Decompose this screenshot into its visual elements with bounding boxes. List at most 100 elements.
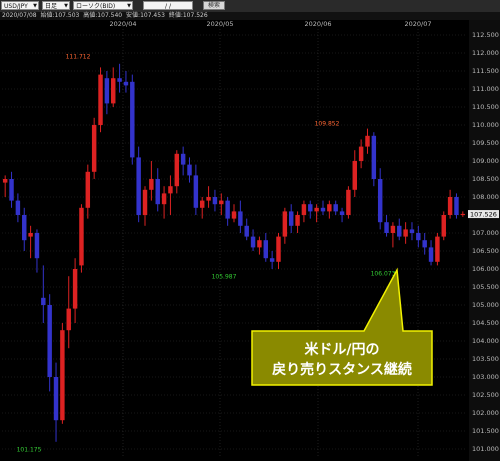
y-tick-label: 109.000 bbox=[472, 157, 499, 165]
search-button[interactable]: 検索 bbox=[203, 1, 225, 10]
candle-body bbox=[314, 207, 319, 212]
candle-body bbox=[416, 233, 421, 241]
candle-body bbox=[161, 193, 167, 205]
symbol-select[interactable]: USD/JPY ▼ bbox=[1, 1, 39, 10]
candle-body bbox=[403, 229, 408, 237]
candle-body bbox=[15, 200, 21, 215]
price-annotation: 109.852 bbox=[315, 120, 340, 127]
candle-body bbox=[244, 225, 249, 237]
candle-body bbox=[454, 197, 459, 215]
period-value: 日足 bbox=[45, 3, 58, 10]
candle-body bbox=[60, 330, 65, 421]
candle-body bbox=[250, 236, 256, 248]
y-tick-label: 112.000 bbox=[472, 49, 499, 57]
candle-body bbox=[441, 215, 446, 237]
candle-body bbox=[390, 225, 396, 233]
y-tick-label: 104.000 bbox=[472, 337, 499, 345]
candle-body bbox=[358, 146, 364, 161]
date-input-value: / / bbox=[165, 3, 171, 10]
y-tick-label: 112.500 bbox=[472, 31, 499, 39]
price-annotation: 101.175 bbox=[17, 447, 42, 454]
callout-line2: 戻り売りスタンス継続 bbox=[271, 361, 412, 378]
candle-body bbox=[98, 74, 103, 125]
candle-body bbox=[47, 305, 52, 377]
candle-body bbox=[238, 211, 243, 226]
candle-body bbox=[155, 179, 160, 205]
candle-body bbox=[447, 197, 453, 215]
candle-body bbox=[409, 229, 415, 233]
date-input[interactable]: / / bbox=[143, 1, 193, 10]
candle-body bbox=[28, 233, 33, 237]
symbol-value: USD/JPY bbox=[4, 3, 28, 10]
candle-body bbox=[91, 125, 97, 172]
candle-body bbox=[219, 200, 224, 205]
candle-body bbox=[22, 215, 27, 241]
current-price-label: 107.526 bbox=[470, 211, 497, 219]
y-tick-label: 108.500 bbox=[472, 175, 499, 183]
candle-body bbox=[225, 200, 230, 219]
price-type-select[interactable]: ローソク(BID) ▼ bbox=[73, 1, 133, 10]
callout-line1: 米ドル/円の bbox=[304, 341, 379, 358]
candle-body bbox=[79, 207, 84, 266]
candle-body bbox=[231, 211, 237, 219]
price-annotation: 105.987 bbox=[212, 273, 237, 280]
y-tick-label: 110.000 bbox=[472, 121, 499, 129]
current-price-tag: 107.526 bbox=[468, 210, 499, 219]
x-tick-label: 2020/07 bbox=[404, 20, 431, 28]
ohlc-low: 安値:107.453 bbox=[126, 12, 165, 19]
ohlc-high: 高値:107.540 bbox=[83, 12, 123, 19]
y-tick-label: 103.000 bbox=[472, 373, 499, 381]
candle-body bbox=[111, 78, 116, 104]
candle-body bbox=[212, 197, 218, 205]
x-tick-label: 2020/04 bbox=[109, 20, 136, 28]
candlestick-chart: 2020/04 2020/05 2020/06 2020/07 112.500 112.… bbox=[0, 20, 500, 461]
candle-body bbox=[193, 175, 199, 208]
candle-body bbox=[301, 204, 307, 215]
y-tick-label: 111.500 bbox=[472, 67, 499, 75]
candle-body bbox=[435, 236, 440, 262]
candle-body bbox=[346, 189, 351, 215]
candle-body bbox=[263, 240, 269, 259]
candle-body bbox=[460, 213, 466, 215]
candle-body bbox=[377, 179, 383, 223]
candle-body bbox=[34, 233, 40, 259]
chevron-down-icon: ▼ bbox=[64, 3, 68, 9]
candle-body bbox=[66, 308, 71, 331]
candle-body bbox=[352, 161, 357, 190]
y-tick-label: 111.000 bbox=[472, 85, 499, 93]
candle-body bbox=[327, 204, 332, 212]
candle-body bbox=[333, 204, 338, 212]
candle-body bbox=[85, 171, 91, 208]
candle-body bbox=[104, 78, 110, 104]
candle-body bbox=[168, 186, 173, 194]
candle-body bbox=[384, 222, 389, 233]
candle-body bbox=[269, 258, 275, 262]
candle-body bbox=[2, 179, 8, 183]
candle-body bbox=[180, 153, 186, 165]
y-tick-label: 101.500 bbox=[472, 427, 499, 435]
y-tick-label: 102.500 bbox=[472, 391, 499, 399]
ohlc-bar: 2020/07/08 始値:107.503 高値:107.540 安値:107.… bbox=[0, 12, 500, 20]
candle-body bbox=[422, 240, 427, 248]
candle-body bbox=[295, 215, 300, 226]
y-tick-label: 104.500 bbox=[472, 319, 499, 327]
y-tick-label: 107.000 bbox=[472, 229, 499, 237]
y-tick-label: 108.000 bbox=[472, 193, 499, 201]
y-tick-label: 109.500 bbox=[472, 139, 499, 147]
price-annotation: 111.712 bbox=[66, 53, 91, 60]
y-tick-label: 110.500 bbox=[472, 103, 499, 111]
x-tick-label: 2020/06 bbox=[304, 20, 331, 28]
candle-body bbox=[371, 135, 377, 179]
y-tick-label: 103.500 bbox=[472, 355, 499, 363]
candle-body bbox=[257, 240, 262, 248]
candle-body bbox=[149, 179, 154, 190]
y-tick-label: 105.500 bbox=[472, 283, 499, 291]
candle-body bbox=[397, 225, 402, 237]
candle-body bbox=[53, 377, 59, 421]
y-tick-label: 101.000 bbox=[472, 445, 499, 453]
period-select[interactable]: 日足 ▼ bbox=[42, 1, 70, 10]
candle-body bbox=[282, 211, 288, 237]
candle-body bbox=[365, 135, 370, 147]
candle-body bbox=[187, 164, 192, 176]
ohlc-close: 終値:107.526 bbox=[168, 12, 208, 19]
